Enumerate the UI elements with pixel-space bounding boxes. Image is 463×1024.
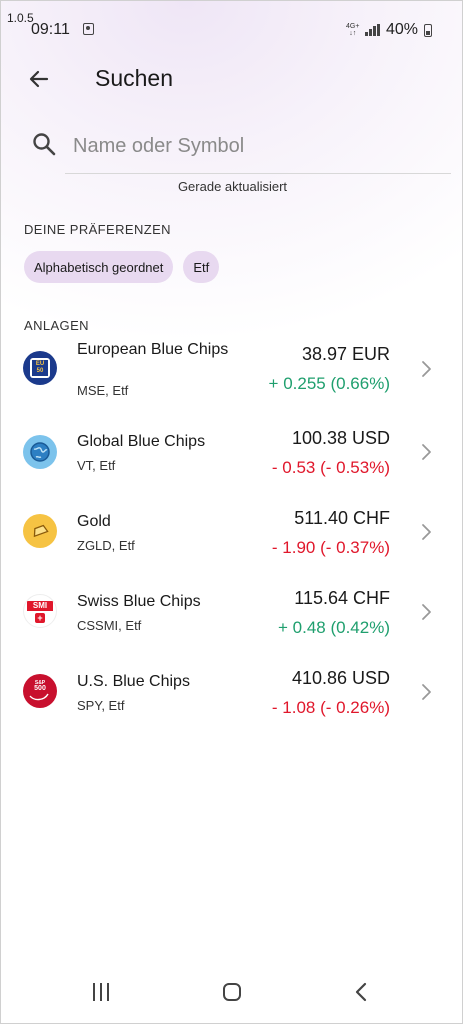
euro-stoxx-logo-icon: EU 50 — [23, 351, 57, 385]
asset-symbol: ZGLD, Etf — [77, 538, 135, 553]
asset-symbol: CSSMI, Etf — [77, 618, 142, 633]
smi-logo-icon: SMI + — [23, 594, 57, 628]
network-type-icon: 4G+ ↓↑ — [346, 23, 360, 37]
asset-symbol: SPY, Etf — [77, 698, 125, 713]
battery-level: 40% — [385, 21, 418, 38]
asset-name: European Blue Chips — [77, 341, 229, 358]
chevron-right-icon — [422, 604, 431, 620]
chevron-right-icon — [422, 444, 431, 460]
asset-change: - 1.08 (- 0.26%) — [271, 698, 390, 717]
search-icon — [33, 133, 56, 156]
app-version: 1.0.5 — [7, 11, 34, 25]
asset-price: 38.97 EUR — [301, 344, 390, 364]
app-screen: 1.0.5 09:11 4G+ ↓↑ 40% Suchen Gerade akt… — [0, 0, 463, 1024]
asset-row-us-blue-chips[interactable]: S&P 500 U.S. Blue Chips SPY, Etf 410.86 U… — [1, 658, 462, 732]
asset-price: 100.38 USD — [291, 428, 390, 448]
asset-name: Gold — [77, 513, 111, 530]
system-nav-bar — [1, 971, 462, 1015]
assets-heading: ANLAGEN — [24, 318, 89, 333]
preference-chips: Alphabetisch geordnet Etf — [24, 251, 220, 283]
asset-change: - 0.53 (- 0.53%) — [271, 458, 390, 477]
asset-name: Swiss Blue Chips — [77, 593, 201, 610]
back-button[interactable] — [23, 63, 55, 95]
asset-name: U.S. Blue Chips — [77, 673, 190, 690]
network-type: 4G+ — [346, 23, 360, 30]
asset-symbol: VT, Etf — [77, 458, 116, 473]
gold-bar-icon — [23, 514, 57, 548]
chip-etf[interactable]: Etf — [183, 251, 220, 283]
search-input[interactable] — [73, 129, 433, 163]
asset-change: - 1.90 (- 0.37%) — [271, 538, 390, 557]
signal-icon — [365, 24, 380, 36]
asset-change: + 0.255 (0.66%) — [268, 374, 390, 393]
asset-row-global-blue-chips[interactable]: Global Blue Chips VT, Etf 100.38 USD - 0… — [1, 418, 462, 492]
status-time: 09:11 — [31, 21, 70, 38]
system-back-icon[interactable] — [351, 981, 373, 1003]
asset-change: + 0.48 (0.42%) — [278, 618, 390, 637]
chevron-right-icon — [422, 361, 431, 377]
battery-icon — [424, 23, 432, 37]
page-title: Suchen — [95, 65, 174, 91]
arrow-left-icon — [29, 70, 49, 88]
search-divider — [65, 173, 451, 174]
asset-price: 511.40 CHF — [294, 508, 390, 528]
asset-name: Global Blue Chips — [77, 433, 206, 450]
notification-icon — [83, 23, 94, 35]
chip-sort-alphabetical[interactable]: Alphabetisch geordnet — [24, 251, 174, 283]
preferences-heading: DEINE PRÄFERENZEN — [24, 222, 171, 237]
sp500-logo-icon: S&P 500 — [23, 674, 57, 708]
chevron-right-icon — [422, 684, 431, 700]
home-icon[interactable] — [223, 983, 241, 1001]
update-status: Gerade aktualisiert — [177, 179, 288, 194]
asset-row-gold[interactable]: Gold ZGLD, Etf 511.40 CHF - 1.90 (- 0.37… — [1, 498, 462, 572]
asset-price: 115.64 CHF — [294, 588, 390, 608]
globe-icon — [23, 435, 57, 469]
asset-row-european-blue-chips[interactable]: EU 50 European Blue Chips MSE, Etf 38.97 … — [1, 336, 462, 410]
status-indicators: 4G+ ↓↑ 40% — [346, 21, 432, 39]
asset-price: 410.86 USD — [291, 668, 390, 688]
asset-symbol: MSE, Etf — [77, 383, 129, 398]
asset-row-swiss-blue-chips[interactable]: SMI + Swiss Blue Chips CSSMI, Etf 115.64… — [1, 578, 462, 652]
recent-apps-icon[interactable] — [93, 983, 109, 1001]
chevron-right-icon — [422, 524, 431, 540]
